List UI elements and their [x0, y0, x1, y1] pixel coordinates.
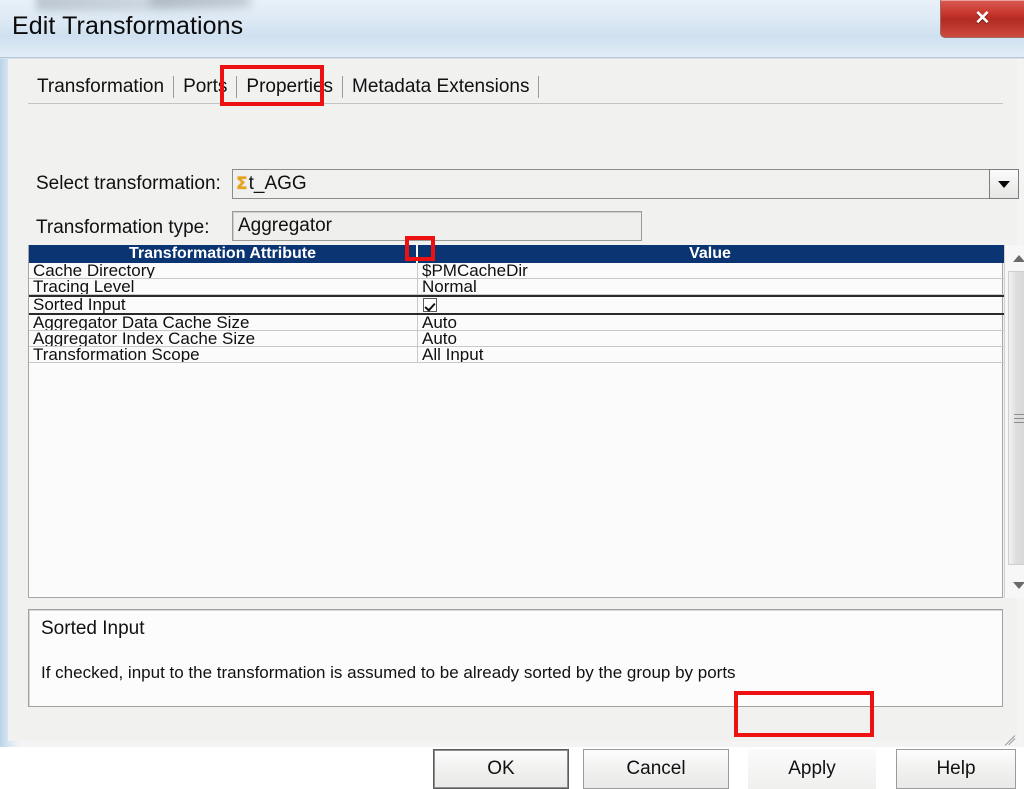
- grip-icon: [1014, 411, 1024, 426]
- footer-button-bar: OK Cancel Apply Help: [8, 717, 1017, 741]
- description-body: If checked, input to the transformation …: [41, 663, 736, 683]
- sigma-aggregator-icon: Σ: [236, 174, 248, 194]
- description-title: Sorted Input: [41, 618, 145, 640]
- edit-transformations-window: Edit Transformations ✕ Transformation Po…: [0, 0, 1024, 747]
- tab-properties[interactable]: Properties: [237, 73, 342, 101]
- tab-metadata-extensions[interactable]: Metadata Extensions: [343, 73, 538, 101]
- tab-strip: Transformation Ports Properties Metadata…: [28, 72, 539, 102]
- title-bar: Edit Transformations ✕: [0, 0, 1024, 58]
- select-transformation-combobox[interactable]: Σ t_AGG: [232, 169, 1018, 199]
- transformation-type-field: Aggregator: [232, 211, 642, 241]
- tab-underline: [28, 103, 1003, 104]
- select-transformation-label: Select transformation:: [36, 173, 221, 195]
- cell-value[interactable]: [418, 297, 1004, 313]
- tab-transformation[interactable]: Transformation: [28, 73, 173, 101]
- scrollbar-thumb[interactable]: [1008, 271, 1024, 565]
- cell-attribute: Sorted Input: [29, 297, 418, 313]
- column-header-value: Value: [418, 245, 1002, 263]
- page-title: Edit Transformations: [12, 12, 243, 41]
- table-row[interactable]: Tracing Level Normal: [29, 279, 1004, 295]
- resize-grip-icon[interactable]: [999, 723, 1015, 739]
- select-transformation-value: t_AGG: [249, 173, 307, 195]
- column-header-attribute: Transformation Attribute: [29, 245, 418, 263]
- tab-separator: [538, 76, 539, 98]
- help-button[interactable]: Help: [896, 749, 1016, 789]
- grid-body: Cache Directory $PMCacheDir Tracing Leve…: [29, 263, 1004, 363]
- blurred-background-title-2: [150, 0, 250, 7]
- table-row[interactable]: Aggregator Data Cache Size Auto: [29, 315, 1004, 331]
- cell-attribute: Aggregator Index Cache Size: [29, 331, 418, 347]
- cell-attribute: Transformation Scope: [29, 347, 418, 363]
- close-icon[interactable]: ✕: [940, 0, 1024, 38]
- cell-value[interactable]: Auto: [418, 331, 1004, 347]
- cell-attribute: Tracing Level: [29, 279, 418, 295]
- table-row-sorted-input[interactable]: Sorted Input: [29, 295, 1004, 315]
- cell-value[interactable]: All Input: [418, 347, 1004, 363]
- description-panel: Sorted Input If checked, input to the tr…: [28, 609, 1003, 707]
- table-row[interactable]: Aggregator Index Cache Size Auto: [29, 331, 1004, 347]
- tab-ports[interactable]: Ports: [174, 73, 236, 101]
- ok-button[interactable]: OK: [433, 749, 569, 789]
- scroll-down-icon[interactable]: [1007, 574, 1024, 596]
- cell-value[interactable]: $PMCacheDir: [418, 263, 1004, 279]
- properties-grid: Transformation Attribute Value Cache Dir…: [28, 245, 1003, 598]
- dialog-client-area: Transformation Ports Properties Metadata…: [8, 59, 1017, 741]
- table-row[interactable]: Transformation Scope All Input: [29, 347, 1004, 363]
- cell-attribute: Cache Directory: [29, 263, 418, 279]
- chevron-down-icon[interactable]: [989, 169, 1019, 199]
- scroll-up-icon[interactable]: [1007, 247, 1024, 269]
- transformation-type-label: Transformation type:: [36, 217, 210, 239]
- cell-value[interactable]: Auto: [418, 315, 1004, 331]
- table-row[interactable]: Cache Directory $PMCacheDir: [29, 263, 1004, 279]
- combobox-value-area: Σ t_AGG: [233, 170, 1018, 198]
- cell-attribute: Aggregator Data Cache Size: [29, 315, 418, 331]
- sorted-input-checkbox[interactable]: [423, 298, 437, 312]
- grid-header-row: Transformation Attribute Value: [29, 245, 1004, 263]
- vertical-scrollbar[interactable]: [1004, 245, 1024, 598]
- cancel-button[interactable]: Cancel: [583, 749, 729, 789]
- cell-value[interactable]: Normal: [418, 279, 1004, 295]
- apply-button[interactable]: Apply: [748, 749, 876, 789]
